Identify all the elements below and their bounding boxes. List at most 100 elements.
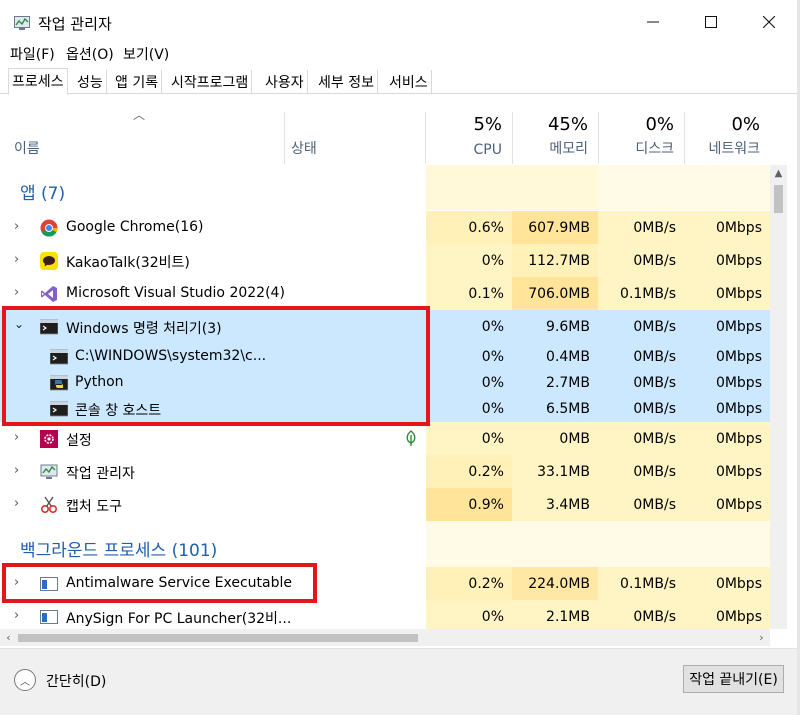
network-cell: 0Mbps (684, 455, 770, 488)
memory-cell: 6.5MB (512, 396, 598, 422)
column-cpu-label: CPU (473, 142, 502, 158)
cpu-cell: 0% (426, 343, 512, 370)
table-row[interactable]: › AnySign For PC Launcher(32비... 0% 2.1M… (0, 600, 770, 629)
menu-view[interactable]: 보기(V) (123, 44, 169, 64)
horizontal-scrollbar[interactable]: ‹ › (0, 629, 770, 646)
disk-cell: 0MB/s (598, 211, 684, 244)
column-status-label: 상태 (291, 141, 317, 157)
menu-options[interactable]: 옵션(O) (66, 44, 114, 64)
disk-total-percent: 0% (645, 114, 674, 135)
column-memory[interactable]: 45% 메모리 (513, 112, 598, 164)
cpu-total-percent: 5% (473, 114, 502, 135)
settings-icon (40, 430, 58, 448)
close-icon (763, 16, 775, 28)
column-status[interactable]: 상태 (285, 112, 425, 164)
chevron-right-icon[interactable]: › (14, 496, 19, 511)
memory-cell: 9.6MB (512, 310, 598, 343)
chevron-right-icon[interactable]: › (14, 430, 19, 445)
column-header: ︿ 이름 상태 5% CPU 45% 메모리 0% 디스크 0% 네트워크 (0, 108, 770, 164)
disk-cell (598, 521, 684, 567)
fewer-details-link[interactable]: 간단히(D) (46, 671, 106, 691)
network-total-percent: 0% (731, 114, 760, 135)
tab-processes[interactable]: 프로세스 (8, 68, 68, 95)
table-row[interactable]: › 작업 관리자 0.2% 33.1MB 0MB/s 0Mbps (0, 455, 770, 488)
maximize-button[interactable] (688, 0, 734, 44)
chevron-up-circle-icon[interactable]: ︿ (14, 669, 36, 691)
cpu-cell: 0.2% (426, 455, 512, 488)
network-cell: 0Mbps (684, 211, 770, 244)
tab-app-history[interactable]: 앱 기록 (112, 70, 163, 94)
service-icon (40, 610, 58, 624)
cpu-cell: 0% (426, 396, 512, 422)
cpu-cell: 0% (426, 422, 512, 455)
memory-cell (512, 521, 598, 567)
tab-performance[interactable]: 성능 (74, 70, 107, 94)
chevron-right-icon[interactable]: › (14, 608, 19, 623)
group-header-apps[interactable]: 앱 (7) (0, 165, 770, 210)
network-cell: 0Mbps (684, 370, 770, 396)
disk-cell: 0MB/s (598, 244, 684, 277)
end-task-button[interactable]: 작업 끝내기(E) (683, 665, 784, 693)
network-cell (684, 165, 770, 210)
process-name: 설정 (66, 433, 92, 449)
network-cell: 0Mbps (684, 567, 770, 600)
table-row[interactable]: › 설정 0% 0MB 0MB/s 0Mbps (0, 422, 770, 455)
table-row[interactable]: › Google Chrome(16) 0.6% 607.9MB 0MB/s 0… (0, 211, 770, 244)
network-cell: 0Mbps (684, 244, 770, 277)
table-row[interactable]: › KakaoTalk(32비트) 0% 112.7MB 0MB/s 0Mbps (0, 244, 770, 277)
cpu-cell: 0.9% (426, 488, 512, 521)
network-cell: 0Mbps (684, 310, 770, 343)
memory-cell: 224.0MB (512, 567, 598, 600)
scroll-up-arrow-icon[interactable]: ▲ (770, 165, 787, 182)
task-manager-icon (40, 464, 58, 479)
disk-cell: 0MB/s (598, 600, 684, 629)
task-manager-icon (14, 16, 30, 30)
scroll-right-arrow-icon[interactable]: › (753, 629, 770, 646)
cpu-cell (426, 165, 512, 210)
vertical-scroll-thumb[interactable] (774, 185, 783, 213)
network-cell (684, 521, 770, 567)
chevron-right-icon[interactable]: › (14, 285, 19, 300)
tab-details[interactable]: 세부 정보 (315, 70, 378, 94)
scroll-down-arrow-icon[interactable] (770, 612, 787, 629)
scroll-left-arrow-icon[interactable]: ‹ (0, 629, 17, 646)
kakaotalk-icon (40, 252, 58, 270)
column-name-label: 이름 (14, 141, 40, 157)
process-name: Microsoft Visual Studio 2022(4) (66, 285, 285, 301)
process-name: 캡처 도구 (66, 499, 122, 515)
title-bar: 작업 관리자 (0, 0, 800, 44)
disk-cell: 0.1MB/s (598, 277, 684, 310)
minimize-button[interactable] (630, 0, 676, 44)
column-name[interactable]: ︿ 이름 (0, 108, 284, 164)
chevron-right-icon[interactable]: › (14, 219, 19, 234)
cpu-cell: 0.6% (426, 211, 512, 244)
column-network[interactable]: 0% 네트워크 (685, 112, 770, 164)
memory-cell: 0MB (512, 422, 598, 455)
disk-cell: 0MB/s (598, 455, 684, 488)
vertical-scrollbar[interactable]: ▲ (770, 165, 787, 629)
process-name: Google Chrome(16) (66, 219, 204, 235)
table-row[interactable]: › 캡처 도구 0.9% 3.4MB 0MB/s 0Mbps (0, 488, 770, 521)
tab-users[interactable]: 사용자 (262, 70, 308, 94)
column-cpu[interactable]: 5% CPU (426, 112, 512, 164)
tab-startup[interactable]: 시작프로그램 (168, 70, 253, 94)
menu-file[interactable]: 파일(F) (10, 44, 55, 64)
disk-cell: 0.1MB/s (598, 567, 684, 600)
group-title: 앱 (7) (20, 184, 66, 204)
column-disk-label: 디스크 (635, 141, 674, 157)
highlight-box-cmd-group (2, 306, 430, 426)
highlight-box-antimalware (2, 563, 317, 603)
disk-cell: 0MB/s (598, 310, 684, 343)
chevron-right-icon[interactable]: › (14, 463, 19, 478)
close-button[interactable] (746, 0, 792, 44)
tab-services[interactable]: 서비스 (386, 70, 432, 94)
network-cell: 0Mbps (684, 422, 770, 455)
column-disk[interactable]: 0% 디스크 (599, 112, 684, 164)
chevron-right-icon[interactable]: › (14, 252, 19, 267)
process-name: 작업 관리자 (66, 466, 135, 482)
memory-total-percent: 45% (547, 114, 588, 135)
horizontal-scroll-thumb[interactable] (18, 634, 418, 642)
chrome-icon (40, 219, 58, 237)
memory-cell: 0.4MB (512, 343, 598, 370)
group-header-background[interactable]: 백그라운드 프로세스 (101) (0, 521, 770, 567)
